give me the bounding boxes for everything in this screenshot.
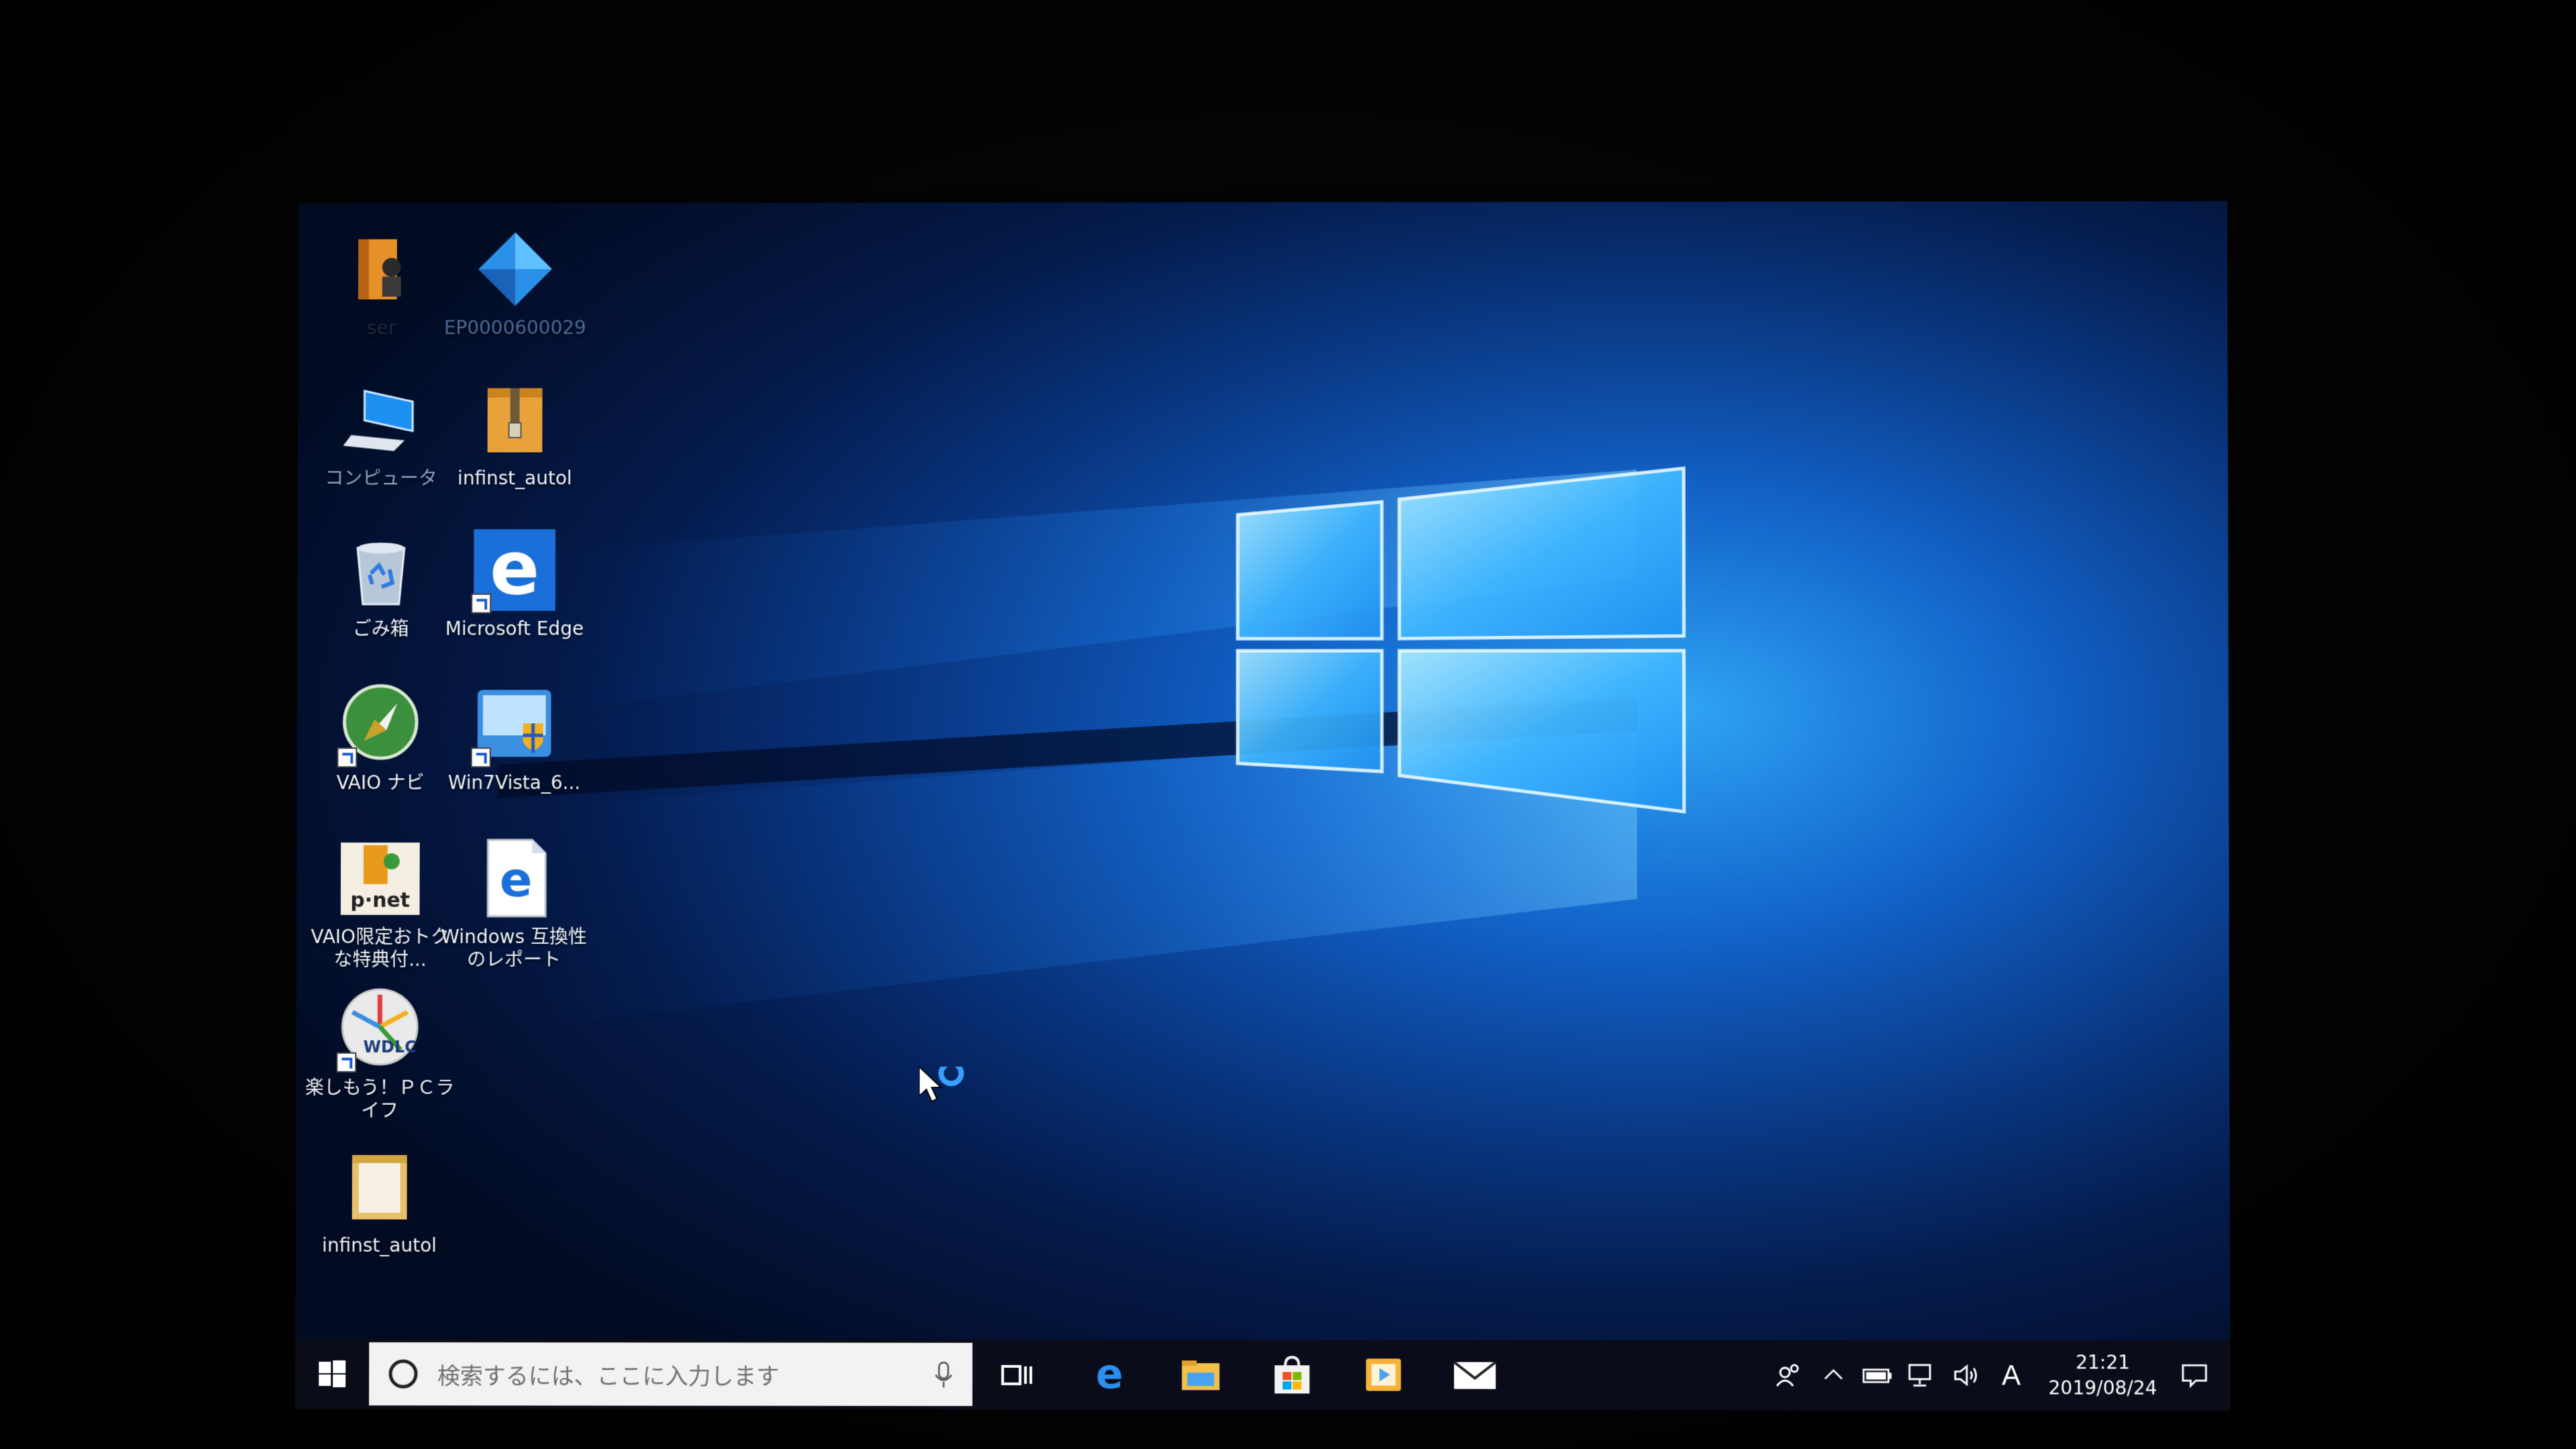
chevron-up-icon	[1821, 1363, 1845, 1387]
show-hidden-icons-button[interactable]	[1811, 1340, 1856, 1410]
taskbar-file-explorer-button[interactable]	[1155, 1340, 1246, 1409]
desktop-icon-label: 楽しもう！ＰＣライフ	[305, 1076, 455, 1122]
search-box[interactable]: 検索するには、ここに入力します	[369, 1342, 973, 1406]
desktop-icon-label: VAIO限定おトクな特典付...	[311, 925, 449, 971]
edge-icon: e	[1095, 1354, 1123, 1395]
desktop-icon-label: Win7Vista_6...	[447, 771, 581, 794]
edge-document-icon: e	[470, 835, 557, 922]
ime-mode-button[interactable]: A	[1989, 1340, 2033, 1410]
desktop-icon-computer[interactable]: コンピュータ	[304, 367, 458, 521]
desktop-icon-label: ごみ箱	[352, 617, 409, 640]
busy-cursor-icon	[918, 1060, 973, 1123]
folder-icon	[1181, 1360, 1220, 1391]
shortcut-arrow-icon	[471, 593, 492, 614]
svg-text:WDLC: WDLC	[364, 1038, 417, 1057]
network-button[interactable]	[1900, 1340, 1944, 1410]
zip-folder-icon	[472, 376, 559, 464]
user-folder-icon	[338, 226, 425, 313]
installer-shield-icon	[470, 680, 558, 768]
desktop-icon-infinst-folder[interactable]: infinst_autol	[303, 1134, 457, 1288]
desktop-icon-label: Windows 互換性のレポート	[441, 925, 587, 971]
taskbar: 検索するには、ここに入力します e A 21:21 2019/08/24	[295, 1338, 2231, 1411]
taskbar-store-button[interactable]	[1246, 1340, 1338, 1409]
cortana-icon	[388, 1359, 418, 1389]
network-icon	[1908, 1362, 1936, 1388]
mail-icon	[1451, 1358, 1498, 1389]
desktop-icon-label: Microsoft Edge	[445, 617, 584, 640]
svg-text:e: e	[500, 851, 533, 908]
desktop-icon-infinst-zip[interactable]: infinst_autol	[438, 367, 592, 521]
compass-icon	[337, 680, 424, 768]
task-view-icon	[1002, 1361, 1035, 1388]
desktop-icon-label: コンピュータ	[325, 467, 437, 490]
clock-time: 21:21	[2076, 1351, 2131, 1374]
svg-text:p·net: p·net	[350, 889, 410, 912]
taskbar-media-button[interactable]	[1338, 1340, 1429, 1409]
edge-icon: e	[471, 525, 558, 614]
svg-text:e: e	[1095, 1354, 1123, 1395]
task-view-button[interactable]	[973, 1340, 1064, 1409]
speaker-icon	[1953, 1362, 1981, 1388]
desktop-icon-user-folder[interactable]: ser	[305, 217, 459, 370]
recycle-bin-icon	[337, 527, 425, 614]
battery-button[interactable]	[1856, 1340, 1900, 1410]
desktop-icon-vaio-otoku[interactable]: p·net VAIO限定おトクな特典付...	[303, 825, 458, 979]
wdlc-icon: WDLC	[336, 985, 423, 1073]
battery-icon	[1862, 1366, 1893, 1385]
ime-mode-label: A	[2001, 1359, 2021, 1391]
store-bag-icon	[1275, 1354, 1310, 1394]
taskbar-mail-button[interactable]	[1429, 1340, 1520, 1409]
people-icon	[1776, 1362, 1803, 1389]
system-tray: A 21:21 2019/08/24	[1767, 1340, 2231, 1411]
people-button[interactable]	[1767, 1340, 1811, 1410]
search-placeholder: 検索するには、ここに入力します	[437, 1362, 780, 1391]
desktop-icon-compat-report[interactable]: e Windows 互換性のレポート	[437, 825, 591, 979]
desktop-icon-label: ser	[367, 317, 396, 339]
folder-icon	[336, 1143, 423, 1230]
clock-date: 2019/08/24	[2048, 1377, 2157, 1399]
shortcut-arrow-icon	[470, 747, 491, 768]
desktop-icon-label: infinst_autol	[458, 467, 572, 490]
taskbar-edge-button[interactable]: e	[1064, 1340, 1155, 1409]
desktop-icon-edge[interactable]: e Microsoft Edge	[437, 517, 592, 672]
microphone-icon[interactable]	[932, 1360, 955, 1389]
volume-button[interactable]	[1945, 1340, 1989, 1410]
desktop-icon-tanoshimou[interactable]: WDLC 楽しもう！ＰＣライフ	[303, 976, 457, 1130]
desktop-icon-ep-app[interactable]: EP0000600029	[438, 216, 592, 370]
clock[interactable]: 21:21 2019/08/24	[2045, 1350, 2160, 1401]
media-player-icon	[1366, 1358, 1401, 1391]
desktop-icon-recycle-bin[interactable]: ごみ箱	[304, 517, 458, 671]
desktop-icon-label: infinst_autol	[322, 1234, 437, 1256]
shortcut-arrow-icon	[336, 1052, 357, 1073]
desktop-icon-vaio-navi[interactable]: VAIO ナビ	[303, 671, 458, 825]
desktop-icon-label: EP0000600029	[443, 316, 586, 339]
desktop-screen: ser EP0000600029 コンピュータ infinst_autol ごみ…	[295, 201, 2231, 1411]
blue-diamond-icon	[472, 225, 559, 313]
action-center-button[interactable]	[2172, 1340, 2217, 1411]
shortcut-arrow-icon	[337, 747, 358, 768]
pnet-icon: p·net	[337, 835, 424, 922]
notification-icon	[2180, 1362, 2208, 1388]
windows-logo-icon	[319, 1360, 346, 1387]
computer-icon	[337, 376, 425, 464]
desktop-icon-label: VAIO ナビ	[336, 771, 425, 794]
desktop-icon-win7vista[interactable]: Win7Vista_6...	[437, 671, 592, 825]
svg-text:e: e	[490, 527, 540, 611]
start-button[interactable]	[295, 1339, 369, 1409]
